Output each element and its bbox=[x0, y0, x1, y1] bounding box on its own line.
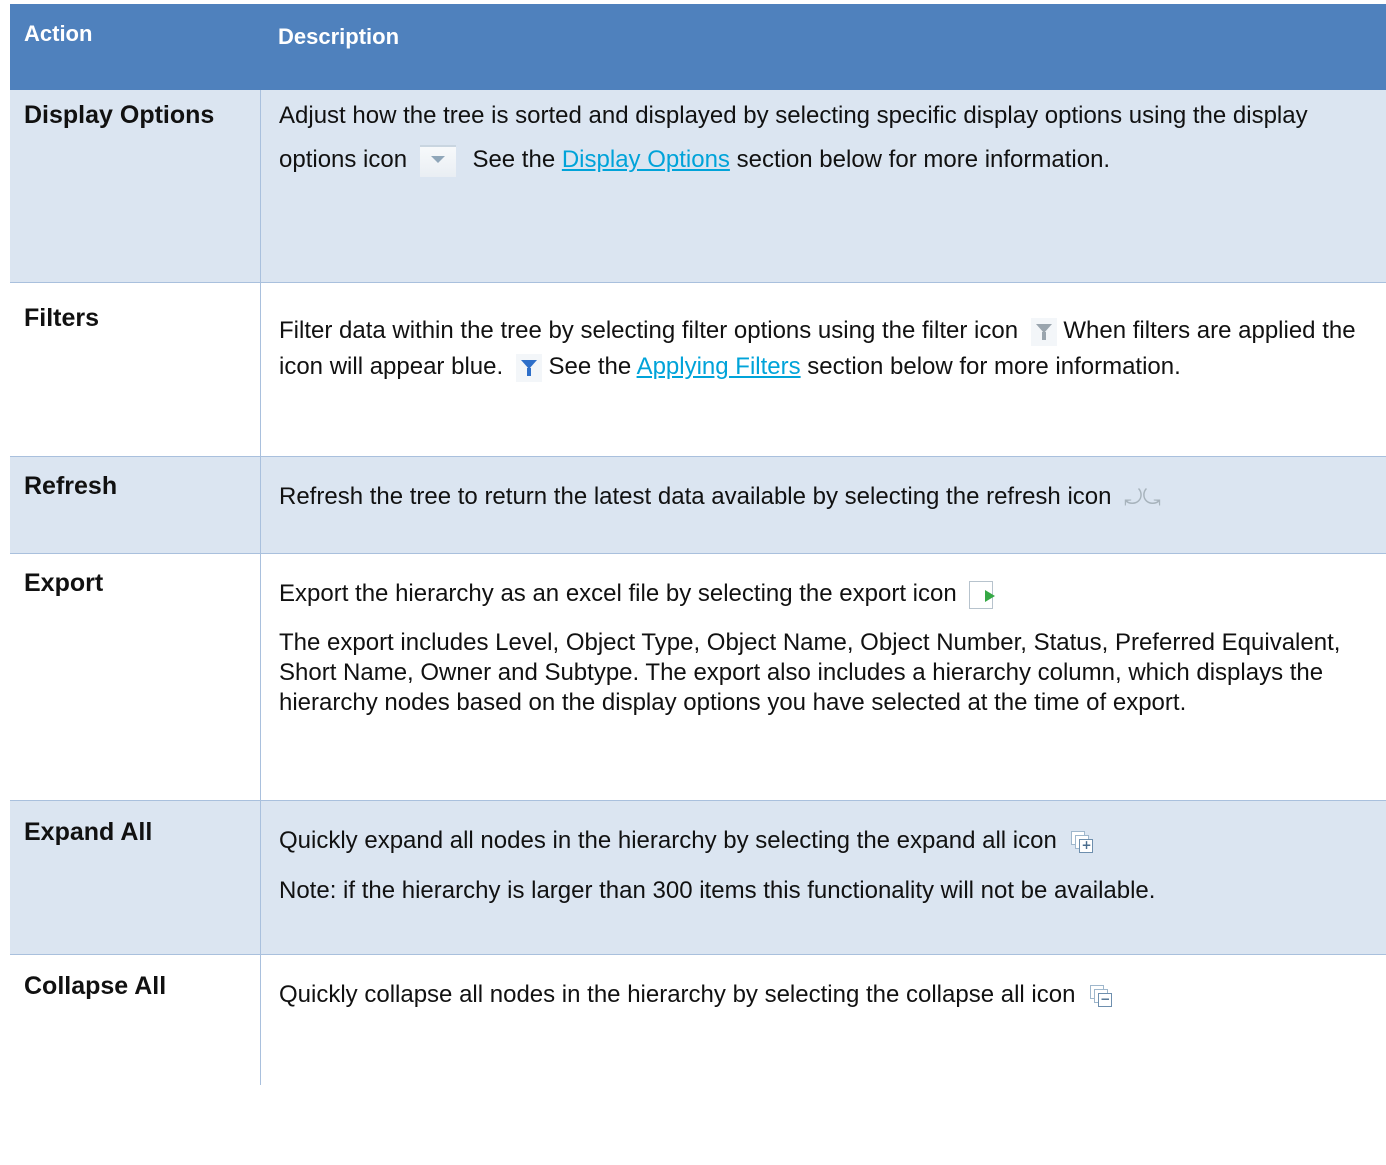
refresh-icon: ⤾⤿ bbox=[1124, 484, 1161, 510]
table-header-row: Action Description bbox=[10, 4, 1386, 90]
minus-glyph: − bbox=[1098, 991, 1113, 1007]
table-row-filters: Filters Filter data within the tree by s… bbox=[10, 283, 1386, 457]
description-display-options: Adjust how the tree is sorted and displa… bbox=[261, 90, 1386, 282]
collapse-all-text-1: Quickly collapse all nodes in the hierar… bbox=[279, 981, 1076, 1008]
filters-text-3: See the bbox=[548, 353, 632, 380]
table-row-display-options: Display Options Adjust how the tree is s… bbox=[10, 90, 1386, 283]
description-collapse-all: Quickly collapse all nodes in the hierar… bbox=[261, 955, 1386, 1085]
action-collapse-all: Collapse All bbox=[10, 955, 261, 1085]
table-row-export: Export Export the hierarchy as an excel … bbox=[10, 554, 1386, 801]
description-expand-all: Quickly expand all nodes in the hierarch… bbox=[261, 801, 1386, 954]
expand-all-text-2: Note: if the hierarchy is larger than 30… bbox=[279, 877, 1156, 904]
description-export: Export the hierarchy as an excel file by… bbox=[261, 554, 1386, 800]
table-row-expand-all: Expand All Quickly expand all nodes in t… bbox=[10, 801, 1386, 955]
applying-filters-link[interactable]: Applying Filters bbox=[637, 353, 801, 380]
description-refresh: Refresh the tree to return the latest da… bbox=[261, 457, 1386, 553]
plus-glyph: + bbox=[1079, 837, 1094, 853]
display-options-link[interactable]: Display Options bbox=[562, 146, 730, 173]
description-filters: Filter data within the tree by selecting… bbox=[261, 283, 1386, 456]
action-refresh: Refresh bbox=[10, 457, 261, 553]
filter-active-icon bbox=[515, 353, 542, 382]
export-text-1: Export the hierarchy as an excel file by… bbox=[279, 580, 957, 607]
refresh-text-1: Refresh the tree to return the latest da… bbox=[279, 483, 1112, 510]
table-row-collapse-all: Collapse All Quickly collapse all nodes … bbox=[10, 955, 1386, 1085]
filter-icon bbox=[1030, 317, 1057, 346]
table-row-refresh: Refresh Refresh the tree to return the l… bbox=[10, 457, 1386, 554]
expand-all-icon: + bbox=[1069, 829, 1095, 855]
dropdown-chevron-icon bbox=[419, 144, 456, 177]
action-display-options: Display Options bbox=[10, 90, 261, 282]
display-options-text-2: See the bbox=[472, 146, 556, 173]
collapse-all-icon: − bbox=[1088, 983, 1114, 1009]
display-options-text-3: section below for more information. bbox=[736, 146, 1111, 173]
action-filters: Filters bbox=[10, 283, 261, 456]
actions-table: Action Description Display Options Adjus… bbox=[10, 4, 1386, 1085]
action-expand-all: Expand All bbox=[10, 801, 261, 954]
header-action: Action bbox=[24, 21, 93, 46]
export-text-2: The export includes Level, Object Type, … bbox=[279, 629, 1341, 716]
filters-text-1: Filter data within the tree by selecting… bbox=[279, 317, 1019, 344]
export-icon bbox=[969, 580, 996, 609]
filters-text-4: section below for more information. bbox=[807, 353, 1181, 380]
header-description: Description bbox=[278, 24, 400, 49]
action-export: Export bbox=[10, 554, 261, 800]
expand-all-text-1: Quickly expand all nodes in the hierarch… bbox=[279, 827, 1057, 854]
